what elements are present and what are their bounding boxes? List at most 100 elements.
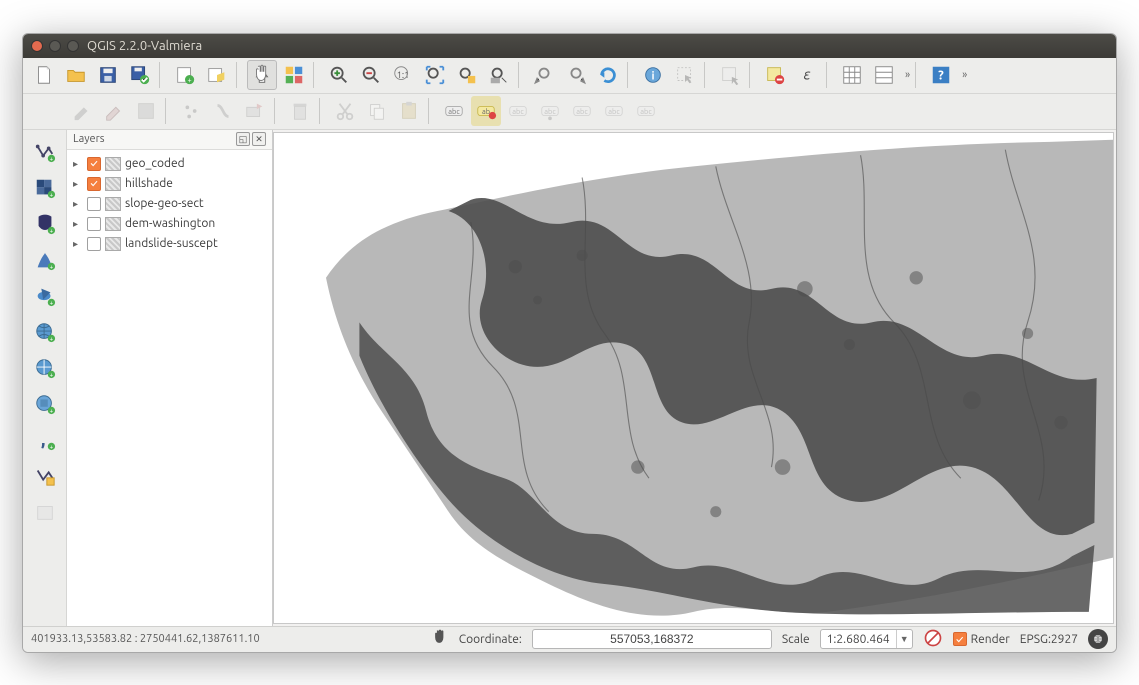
zoom-next-button[interactable] [561, 60, 591, 90]
add-wms-layer-button[interactable]: + [29, 316, 61, 348]
label-tool-2[interactable]: ab [471, 96, 501, 126]
statusbar: 401933.13,53583.82 : 2750441.62,1387611.… [23, 626, 1116, 652]
add-wcs-layer-button[interactable]: + [29, 352, 61, 384]
zoom-last-button[interactable] [529, 60, 559, 90]
open-project-button[interactable] [61, 60, 91, 90]
svg-text:+: + [49, 408, 53, 415]
layer-style-icon [105, 157, 121, 171]
layer-item[interactable]: ▸ slope-geo-sect [69, 194, 270, 214]
window-minimize-button[interactable] [49, 40, 61, 52]
scale-dropdown-icon[interactable]: ▼ [896, 630, 912, 648]
expand-icon[interactable]: ▸ [73, 218, 83, 230]
svg-text:abc: abc [512, 108, 524, 116]
delete-button[interactable] [285, 96, 315, 126]
current-edits-button[interactable] [67, 96, 97, 126]
layer-list[interactable]: ▸geo_coded ▸hillshade ▸ slope-geo-sect ▸d… [67, 150, 272, 626]
panel-undock-button[interactable]: ◱ [236, 132, 250, 146]
label-tool-7[interactable]: abc [631, 96, 661, 126]
zoom-native-button[interactable]: 1:1 [388, 60, 418, 90]
toolbar-overflow-icon[interactable]: » [901, 69, 911, 81]
refresh-button[interactable] [593, 60, 623, 90]
add-delimited-layer-button[interactable]: ,+ [29, 424, 61, 456]
svg-text:+: + [49, 264, 53, 271]
scale-selector[interactable]: 1:2.680.464 ▼ [820, 629, 913, 649]
add-wfs-layer-button[interactable]: + [29, 388, 61, 420]
zoom-to-selection-button[interactable] [452, 60, 482, 90]
paste-button[interactable] [394, 96, 424, 126]
window-title: QGIS 2.2.0-Valmiera [87, 39, 202, 53]
expand-icon[interactable]: ▸ [73, 198, 83, 210]
layer-item[interactable]: ▸geo_coded [69, 154, 270, 174]
new-shapefile-button[interactable] [29, 460, 61, 492]
pan-button[interactable] [247, 60, 277, 90]
window-maximize-button[interactable] [67, 40, 79, 52]
field-calc-button[interactable] [869, 60, 899, 90]
add-raster-layer-button[interactable]: + [29, 172, 61, 204]
extent-readout: 401933.13,53583.82 : 2750441.62,1387611.… [31, 633, 260, 645]
remove-layer-button[interactable] [29, 496, 61, 528]
pan-to-selection-button[interactable] [279, 60, 309, 90]
layers-panel: Layers ◱ ✕ ▸geo_coded ▸hillshade ▸slope-… [67, 130, 273, 626]
add-vector-layer-button[interactable]: + [29, 136, 61, 168]
layer-checkbox[interactable] [87, 177, 101, 191]
save-as-button[interactable] [125, 60, 155, 90]
render-checkbox[interactable]: Render [953, 632, 1010, 646]
panel-close-button[interactable]: ✕ [252, 132, 266, 146]
label-tool-6[interactable]: abc [599, 96, 629, 126]
label-tool-4[interactable]: abc [535, 96, 565, 126]
digitizing-toolbar: abc ab abc abc abc abc abc [23, 94, 1116, 130]
add-mssql-layer-button[interactable]: + [29, 280, 61, 312]
layer-item[interactable]: ▸landslide-suscept [69, 234, 270, 254]
new-project-button[interactable] [29, 60, 59, 90]
cut-button[interactable] [330, 96, 360, 126]
help-button[interactable]: ? [926, 60, 956, 90]
label-tool-3[interactable]: abc [503, 96, 533, 126]
save-edits-button[interactable] [131, 96, 161, 126]
zoom-out-button[interactable] [356, 60, 386, 90]
map-canvas[interactable] [273, 132, 1114, 624]
layer-item[interactable]: ▸hillshade [69, 174, 270, 194]
node-tool-button[interactable] [240, 96, 270, 126]
layer-checkbox[interactable] [87, 157, 101, 171]
deselect-button[interactable] [715, 60, 745, 90]
zoom-to-layer-button[interactable] [484, 60, 514, 90]
new-print-composer-button[interactable]: + [170, 60, 200, 90]
stop-render-button[interactable] [923, 628, 943, 651]
layer-checkbox[interactable] [87, 237, 101, 251]
toggle-edit-button[interactable] [99, 96, 129, 126]
add-spatialite-layer-button[interactable]: + [29, 244, 61, 276]
layer-checkbox[interactable] [87, 217, 101, 231]
add-feature-button[interactable] [176, 96, 206, 126]
svg-text:abc: abc [640, 108, 652, 116]
label-tool-1[interactable]: abc [439, 96, 469, 126]
clear-selection-button[interactable] [760, 60, 790, 90]
render-label: Render [971, 633, 1010, 646]
open-attr-table-button[interactable] [837, 60, 867, 90]
label-tool-5[interactable]: abc [567, 96, 597, 126]
expression-select-button[interactable]: ε [792, 60, 822, 90]
coordinate-label: Coordinate: [459, 633, 522, 646]
expand-icon[interactable]: ▸ [73, 178, 83, 190]
add-postgis-layer-button[interactable]: + [29, 208, 61, 240]
expand-icon[interactable]: ▸ [73, 238, 83, 250]
composer-manager-button[interactable] [202, 60, 232, 90]
layer-checkbox[interactable] [87, 197, 101, 211]
toggle-extents-icon[interactable] [431, 629, 449, 650]
zoom-in-button[interactable] [324, 60, 354, 90]
save-project-button[interactable] [93, 60, 123, 90]
coordinate-input[interactable] [532, 629, 772, 649]
select-button[interactable] [670, 60, 700, 90]
layer-item[interactable]: ▸dem-washington [69, 214, 270, 234]
layer-label: slope-geo-sect [125, 197, 204, 210]
move-feature-button[interactable] [208, 96, 238, 126]
copy-button[interactable] [362, 96, 392, 126]
identify-button[interactable]: i [638, 60, 668, 90]
zoom-full-button[interactable] [420, 60, 450, 90]
content-area: + + + + + + + + ,+ Layers ◱ ✕ ▸geo_coded [23, 130, 1116, 626]
crs-status-button[interactable] [1088, 629, 1108, 649]
toolbar-overflow-icon[interactable]: » [958, 69, 968, 81]
scale-value: 1:2.680.464 [821, 633, 896, 646]
window-close-button[interactable] [31, 40, 43, 52]
svg-text:ab: ab [482, 108, 490, 116]
expand-icon[interactable]: ▸ [73, 158, 83, 170]
